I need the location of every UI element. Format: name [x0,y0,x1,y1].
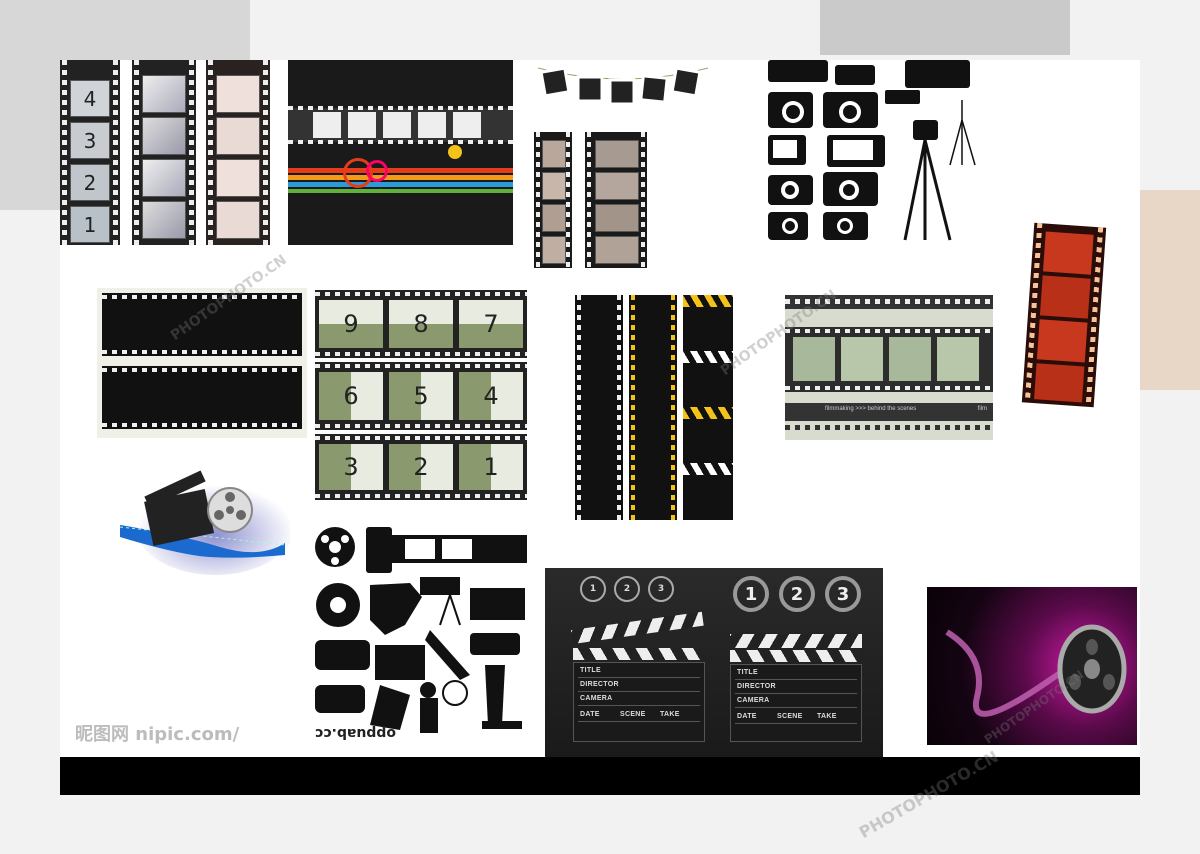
clapperboards-panel: 1 2 3 1 2 3 TITLE DIRECTOR CAMERA DATE S… [545,568,883,758]
countdown-frame-1: 1 [70,206,110,243]
count-circle-big-1: 1 [733,576,769,612]
clapper-right-field-director: DIRECTOR [737,683,776,690]
clothesline-photos [537,66,709,106]
clapper-right-field-scene: SCENE [777,713,803,720]
countdown-cell-9: 9 [319,300,383,348]
clapper-stick-bottom [573,648,705,660]
count-circle-2: 2 [614,576,640,602]
grunge-green-filmstrip: filmmaking >>> behind the scenes film [785,295,993,440]
grunge-filmstrip-a [534,132,572,268]
clapper-right-field-date: DATE [737,713,757,720]
source-watermark: 昵图网 nipic.com/ [75,724,240,745]
clapperboard-reel-icon [119,455,295,575]
cameraman-silhouettes [310,525,530,737]
filmstrip-middle [132,60,196,245]
countdown-frame-2: 2 [70,164,110,201]
countdown-cell-7: 7 [459,300,523,348]
countdown-filmstrips: 4 3 2 1 [60,60,275,245]
collage-sheet: 4 3 2 1 9 8 7 6 5 4 3 2 1 filmmaking >>>… [60,60,1140,795]
clapper-field-take: TAKE [660,711,680,718]
filmstrip-right [206,60,270,245]
clapper-right-field-take: TAKE [817,713,837,720]
clapper-right-field-title: TITLE [737,669,758,676]
clapper-field-date: DATE [580,711,600,718]
countdown-cell-3: 3 [319,444,383,490]
vertical-black-strips [575,295,735,520]
film-tag: film [977,406,987,412]
filmstrip-left: 4 3 2 1 [60,60,120,245]
countdown-circles-right: 1 2 3 [733,576,863,614]
clapper-slate: TITLE DIRECTOR CAMERA DATE SCENE TAKE [573,662,705,742]
count-circle-big-2: 2 [779,576,815,612]
clapper-field-director: DIRECTOR [580,681,619,688]
countdown-cell-2: 2 [389,444,453,490]
countdown-cell-6: 6 [319,372,383,420]
clapperboard-right: TITLE DIRECTOR CAMERA DATE SCENE TAKE [730,630,862,742]
countdown-cell-8: 8 [389,300,453,348]
countdown-frame-4: 4 [70,80,110,117]
bottom-text: oppuab.cc [315,725,397,741]
film-reel-graphic [945,624,1127,717]
camera-silhouettes [765,60,985,245]
background-ghost-red-strip [1140,190,1200,390]
clapper-field-title: TITLE [580,667,601,674]
grunge-film-banner [288,60,513,245]
clapperboard-left: TITLE DIRECTOR CAMERA DATE SCENE TAKE [571,611,705,742]
count-circle-3: 3 [648,576,674,602]
clapper-right-field-camera: CAMERA [737,697,770,704]
count-circle-1: 1 [580,576,606,602]
red-filmstrip [1021,222,1107,408]
countdown-cell-5: 5 [389,372,453,420]
film-caption: filmmaking >>> behind the scenes [825,406,917,412]
magenta-reel [927,587,1137,745]
clapper-field-scene: SCENE [620,711,646,718]
clapper-field-camera: CAMERA [580,695,613,702]
countdown-grid: 9 8 7 6 5 4 3 2 1 [315,290,527,500]
grunge-filmstrip-b [585,132,647,268]
countdown-frame-3: 3 [70,122,110,159]
background-ghost-camera-icons [820,0,1070,55]
countdown-cell-4: 4 [459,372,523,420]
count-circle-big-3: 3 [825,576,861,612]
clapper-stick-top [571,611,704,644]
countdown-cell-1: 1 [459,444,523,490]
countdown-circles-left: 1 2 3 [580,576,690,604]
hanging-photos [537,60,709,120]
